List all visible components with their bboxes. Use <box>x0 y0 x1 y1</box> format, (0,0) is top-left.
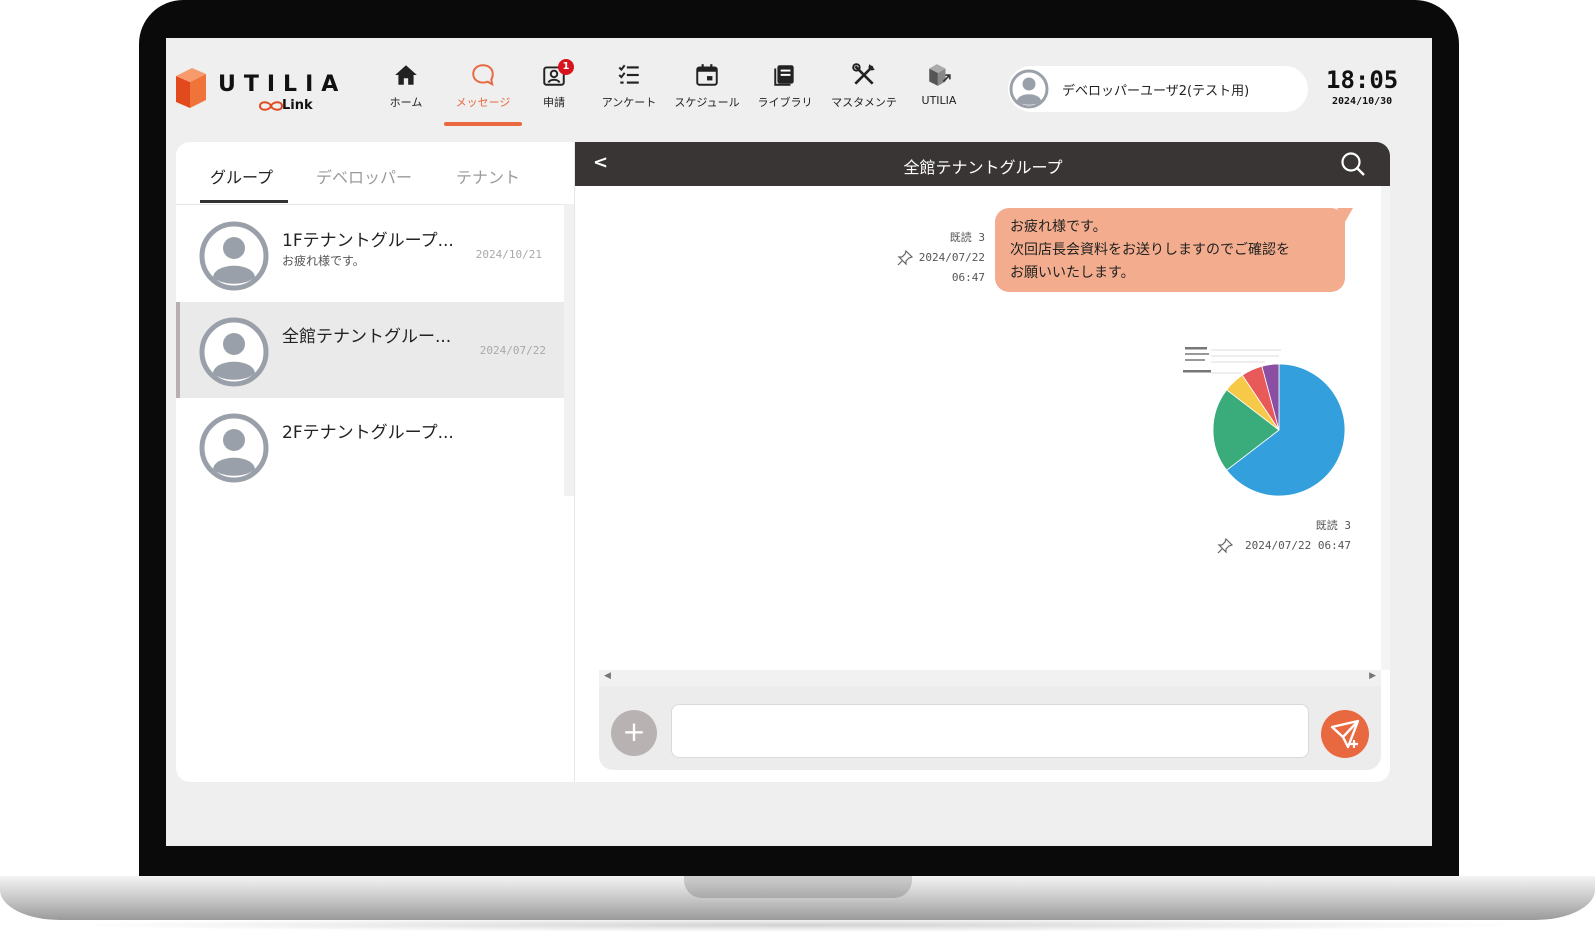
nav-survey-label: アンケート <box>601 96 657 109</box>
attach-plus-button[interactable]: + <box>611 710 657 756</box>
send-button[interactable] <box>1321 710 1369 758</box>
message-icon <box>472 64 494 87</box>
nav-library-label: ライブラリ <box>757 96 813 109</box>
bubble-tail <box>1337 208 1353 222</box>
group-avatar-icon <box>199 317 269 387</box>
message-time: 06:47 <box>951 271 985 284</box>
home-icon <box>395 65 417 85</box>
clock-date: 2024/10/30 <box>1332 96 1393 107</box>
search-icon[interactable] <box>1339 150 1367 178</box>
tab-bar: グループ デベロッパー テナント <box>176 142 574 205</box>
message-line: お願いいたします。 <box>1010 265 1135 281</box>
group-name: 1Fテナントグループ... <box>282 231 454 251</box>
group-row-1f[interactable]: 1Fテナントグループ... お疲れ様です。 2024/10/21 <box>176 206 564 302</box>
read-count: 既読 3 <box>1315 519 1351 532</box>
send-icon <box>1330 719 1360 749</box>
nav-schedule-label: スケジュール <box>674 96 740 109</box>
group-name: 全館テナントグルー... <box>282 327 452 347</box>
tab-active-underline <box>200 200 288 203</box>
chat-header: < 全館テナントグループ <box>575 142 1390 186</box>
pin-icon[interactable] <box>1217 538 1233 554</box>
nav-utilia-label: UTILIA <box>921 94 957 107</box>
utilia-link-icon <box>929 64 951 86</box>
group-name: 2Fテナントグループ... <box>282 423 454 443</box>
chat-vertical-scrollbar[interactable] <box>1381 186 1390 670</box>
nav-application-label: 申請 <box>543 96 565 109</box>
nav-application[interactable]: 1 申請 <box>524 59 584 126</box>
app-screen: UTILIA Link ホーム メッセージ 1 申請 アンケート スケジュール … <box>166 38 1432 846</box>
infinity-icon <box>258 101 284 111</box>
nav-utilia[interactable]: UTILIA <box>910 62 968 126</box>
group-date: 2024/07/22 <box>479 344 546 357</box>
message-date: 2024/07/22 <box>918 251 985 264</box>
message-composer: + <box>599 686 1381 770</box>
group-list-scrollbar[interactable] <box>564 204 574 496</box>
laptop-shadow <box>60 918 1535 932</box>
tools-icon <box>852 63 875 85</box>
message-bubble[interactable]: お疲れ様です。 次回店長会資料をお送りしますのでご確認を お願いいたします。 <box>995 208 1345 292</box>
message-line: 次回店長会資料をお送りしますのでご確認を <box>1010 242 1290 258</box>
library-icon <box>774 65 794 86</box>
survey-list-icon <box>618 64 639 84</box>
nav-master-maintenance[interactable]: マスタメンテ <box>824 62 904 126</box>
group-avatar-icon <box>199 413 269 483</box>
pie-chart <box>1183 347 1346 497</box>
calendar-icon <box>696 64 718 86</box>
laptop-base-notch <box>684 876 912 898</box>
nav-home-label: ホーム <box>389 96 423 109</box>
group-list-panel: グループ デベロッパー テナント 1Fテナントグループ... お疲れ様です。 2… <box>176 142 574 782</box>
nav-schedule[interactable]: スケジュール <box>670 62 744 126</box>
nav-survey[interactable]: アンケート <box>594 62 664 126</box>
pin-icon[interactable] <box>897 250 913 266</box>
logo-text: UTILIA <box>218 72 347 97</box>
notification-badge: 1 <box>558 59 574 75</box>
nav-home[interactable]: ホーム <box>376 62 436 126</box>
message-meta: 既読 3 2024/07/22 06:47 <box>1195 516 1351 556</box>
nav-master-maintenance-label: マスタメンテ <box>831 96 897 109</box>
scroll-left-icon[interactable]: ◀ <box>604 671 611 681</box>
tab-developer[interactable]: デベロッパー <box>316 164 412 188</box>
group-row-2f[interactable]: 2Fテナントグループ... <box>176 398 564 494</box>
tab-group[interactable]: グループ <box>210 164 273 188</box>
logo-sub-text: Link <box>282 98 313 113</box>
nav-message-label: メッセージ <box>455 96 511 109</box>
tab-tenant[interactable]: テナント <box>456 164 520 188</box>
read-count: 既読 3 <box>949 231 985 244</box>
nav-active-underline <box>444 122 522 126</box>
message-line: お疲れ様です。 <box>1010 219 1107 235</box>
group-row-all[interactable]: 全館テナントグルー... 2024/07/22 <box>176 302 564 398</box>
group-avatar-icon <box>199 221 269 291</box>
scroll-right-icon[interactable]: ▶ <box>1369 671 1376 681</box>
user-avatar-icon <box>1009 69 1049 109</box>
group-date: 2024/10/21 <box>475 248 542 261</box>
pie-chart-image[interactable] <box>1171 338 1361 498</box>
message-input[interactable] <box>671 704 1309 758</box>
user-profile-button[interactable]: デベロッパーユーザ2(テスト用) <box>1008 66 1308 112</box>
chat-panel: < 全館テナントグループ 既読 3 2024/07/22 06:47 お疲れ様で… <box>574 142 1390 782</box>
user-name: デベロッパーユーザ2(テスト用) <box>1062 84 1250 99</box>
chat-horizontal-scrollbar[interactable]: ◀ ▶ <box>599 670 1381 686</box>
message-datetime: 2024/07/22 06:47 <box>1245 539 1351 552</box>
logo-cube-icon <box>176 68 206 108</box>
clock-time: 18:05 <box>1326 66 1399 94</box>
group-last-message: お疲れ様です。 <box>282 254 365 268</box>
chat-title: 全館テナントグループ <box>903 158 1063 177</box>
nav-message[interactable]: メッセージ <box>438 62 528 126</box>
message-meta: 既読 3 2024/07/22 06:47 <box>875 228 985 288</box>
nav-library[interactable]: ライブラリ <box>750 62 820 126</box>
